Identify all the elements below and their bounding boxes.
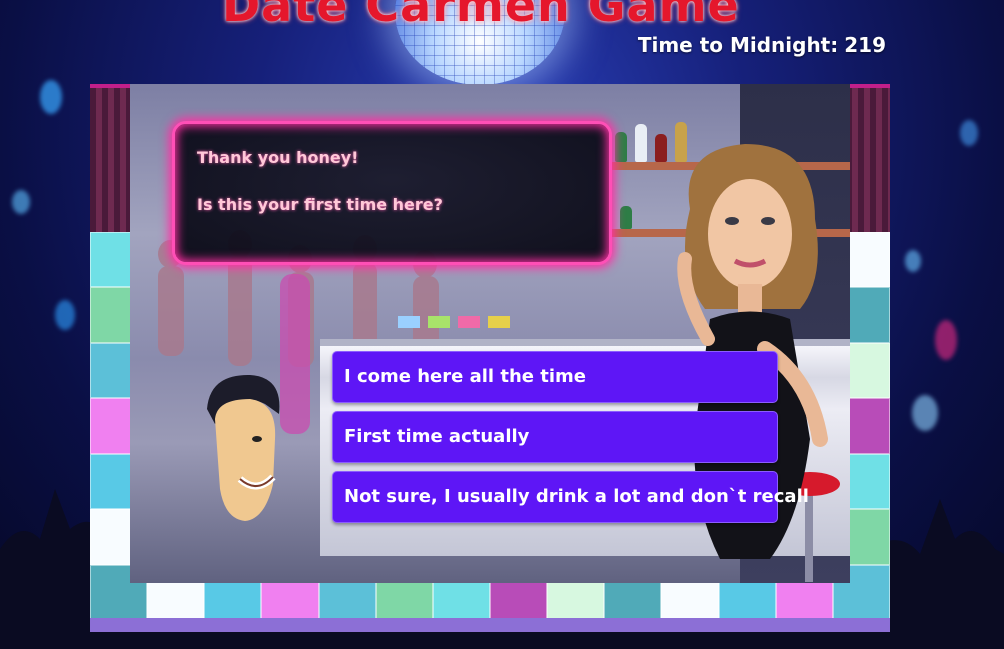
bokeh-light	[935, 320, 957, 360]
midnight-timer: Time to Midnight: 219	[638, 33, 886, 57]
answer-button-2[interactable]: First time actually	[332, 411, 778, 463]
bottle	[615, 132, 627, 162]
speech-bubble: Thank you honey! Is this your first time…	[172, 121, 612, 265]
timer-label: Time to Midnight:	[637, 33, 839, 57]
bokeh-light	[55, 300, 75, 330]
bokeh-light	[12, 190, 30, 214]
bokeh-light	[905, 250, 921, 272]
dialogue-line: Thank you honey!	[197, 148, 359, 167]
bokeh-light	[40, 80, 62, 114]
game-title: Date Carmen Game	[222, 0, 740, 32]
player-character	[207, 374, 280, 521]
bottle	[620, 206, 632, 229]
bokeh-light	[960, 120, 978, 146]
timer-value: 219	[844, 33, 886, 57]
answer-button-3[interactable]: Not sure, I usually drink a lot and don`…	[332, 471, 809, 523]
frame-bottom-strip	[90, 618, 890, 632]
bottle	[635, 124, 647, 162]
answer-button-1[interactable]: I come here all the time	[332, 351, 778, 403]
bokeh-light	[912, 395, 938, 431]
dialogue-line: Is this your first time here?	[197, 195, 443, 214]
